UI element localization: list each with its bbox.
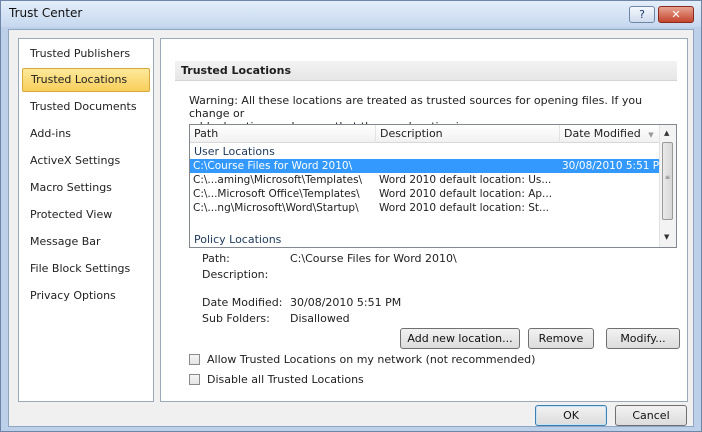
row-description: Word 2010 default location: Ap...	[379, 188, 553, 200]
scroll-up-arrow-icon[interactable]: ▲	[664, 129, 669, 137]
window-title: Trust Center	[9, 6, 83, 20]
row-path: C:\...aming\Microsoft\Templates\	[193, 174, 363, 186]
disable-all-label[interactable]: Disable all Trusted Locations	[207, 373, 364, 386]
detail-description-label: Description:	[202, 268, 269, 281]
column-header-path[interactable]: Path	[190, 125, 376, 143]
remove-button[interactable]: Remove	[528, 328, 594, 349]
close-button[interactable]: ✕	[658, 6, 694, 23]
scrollbar-thumb[interactable]: ≡	[662, 142, 673, 220]
row-description: Word 2010 default location: St...	[379, 202, 549, 214]
close-icon: ✕	[671, 8, 681, 21]
nav-item-trusted-documents[interactable]: Trusted Documents	[22, 95, 150, 119]
title-bar[interactable]: Trust Center ? ✕	[1, 1, 701, 27]
category-nav: Trusted Publishers Trusted Locations Tru…	[18, 38, 154, 402]
row-date: 30/08/2010 5:51 PM	[562, 160, 669, 172]
detail-date-label: Date Modified:	[202, 296, 283, 309]
column-header-date-modified[interactable]: Date Modified ▼	[560, 125, 662, 143]
nav-item-trusted-publishers[interactable]: Trusted Publishers	[22, 42, 150, 66]
column-header-description[interactable]: Description	[376, 125, 560, 143]
allow-network-checkbox[interactable]	[189, 354, 200, 365]
nav-item-activex-settings[interactable]: ActiveX Settings	[22, 149, 150, 173]
locations-list[interactable]: Path Description Date Modified ▼ User Lo…	[189, 124, 677, 248]
nav-item-privacy-options[interactable]: Privacy Options	[22, 284, 150, 308]
row-description: Word 2010 default location: Us...	[379, 174, 552, 186]
scroll-down-arrow-icon[interactable]: ▼	[664, 233, 669, 241]
ok-button[interactable]: OK	[535, 405, 607, 426]
table-row[interactable]: C:\Course Files for Word 2010\ 30/08/201…	[190, 159, 668, 173]
add-new-location-button[interactable]: Add new location...	[400, 328, 520, 349]
nav-item-file-block-settings[interactable]: File Block Settings	[22, 257, 150, 281]
date-modified-label: Date Modified	[564, 127, 641, 140]
table-row[interactable]: C:\...ng\Microsoft\Word\Startup\ Word 20…	[190, 201, 662, 215]
group-user-locations: User Locations	[194, 145, 275, 158]
help-button[interactable]: ?	[629, 6, 655, 23]
nav-item-protected-view[interactable]: Protected View	[22, 203, 150, 227]
detail-subfolders-label: Sub Folders:	[202, 312, 270, 325]
dialog-client: Trusted Publishers Trusted Locations Tru…	[8, 29, 694, 427]
disable-all-checkbox[interactable]	[189, 374, 200, 385]
vertical-scrollbar[interactable]: ▲ ≡ ▼	[659, 125, 676, 247]
nav-item-add-ins[interactable]: Add-ins	[22, 122, 150, 146]
detail-path-label: Path:	[202, 252, 230, 265]
detail-subfolders-value: Disallowed	[290, 312, 350, 325]
table-row[interactable]: C:\...Microsoft Office\Templates\ Word 2…	[190, 187, 662, 201]
row-path: C:\Course Files for Word 2010\	[193, 160, 353, 172]
nav-item-trusted-locations[interactable]: Trusted Locations	[22, 68, 150, 92]
section-title: Trusted Locations	[175, 61, 677, 81]
trusted-locations-panel: Trusted Locations Warning: All these loc…	[160, 38, 688, 402]
nav-item-macro-settings[interactable]: Macro Settings	[22, 176, 150, 200]
cancel-button[interactable]: Cancel	[615, 405, 687, 426]
grip-icon: ≡	[665, 174, 671, 181]
nav-item-message-bar[interactable]: Message Bar	[22, 230, 150, 254]
trust-center-window: Trust Center ? ✕ Trusted Publishers Trus…	[0, 0, 702, 432]
warning-line-1: Warning: All these locations are treated…	[189, 94, 643, 120]
detail-path-value: C:\Course Files for Word 2010\	[290, 252, 457, 265]
detail-date-value: 30/08/2010 5:51 PM	[290, 296, 402, 309]
row-path: C:\...Microsoft Office\Templates\	[193, 188, 360, 200]
sort-down-icon: ▼	[648, 131, 654, 139]
help-icon: ?	[639, 8, 645, 21]
modify-button[interactable]: Modify...	[606, 328, 680, 349]
row-path: C:\...ng\Microsoft\Word\Startup\	[193, 202, 359, 214]
group-policy-locations: Policy Locations	[194, 233, 282, 246]
table-row[interactable]: C:\...aming\Microsoft\Templates\ Word 20…	[190, 173, 662, 187]
allow-network-label[interactable]: Allow Trusted Locations on my network (n…	[207, 353, 535, 366]
